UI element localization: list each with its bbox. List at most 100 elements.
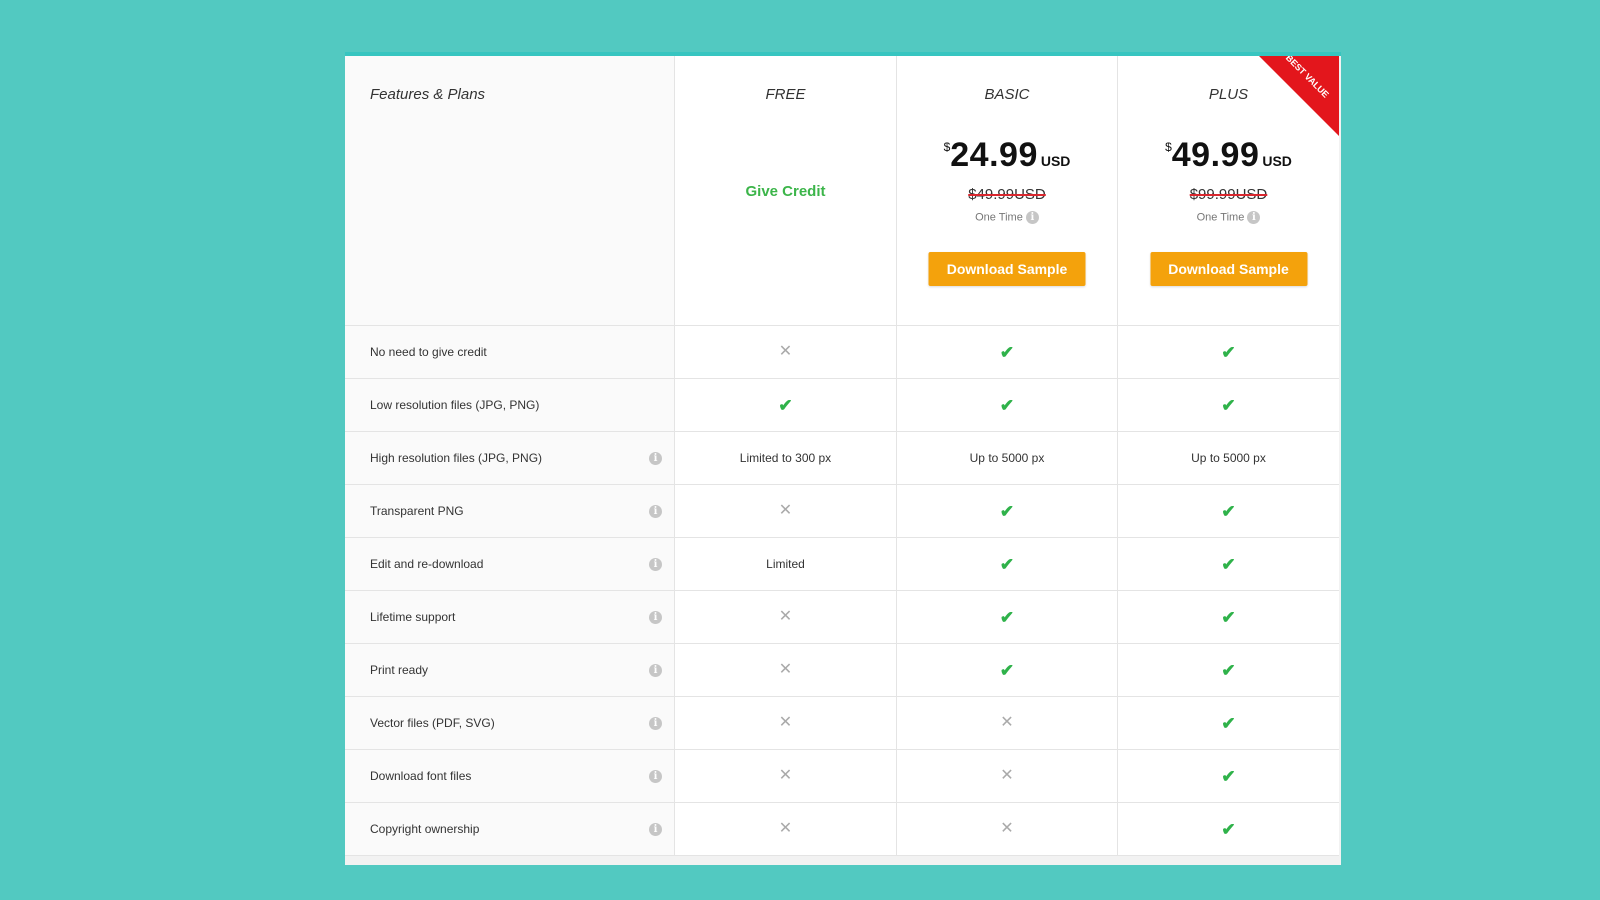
- cross-icon: ✕: [778, 714, 793, 731]
- plan-free-feature-cell: ✕: [675, 591, 897, 644]
- plan-free-name: FREE: [765, 86, 806, 103]
- feature-value-text: Limited: [766, 557, 805, 571]
- feature-label: Lifetime support: [370, 610, 456, 624]
- plan-basic-price: $24.99 USD: [897, 136, 1117, 175]
- plan-free-feature-cell: ✕: [675, 326, 897, 379]
- info-icon[interactable]: i: [649, 505, 662, 518]
- check-icon: ✔: [999, 395, 1015, 415]
- plan-basic-feature-cell: ✔: [897, 485, 1118, 538]
- plan-plus-feature-cell: Up to 5000 px: [1118, 432, 1339, 485]
- info-icon[interactable]: i: [649, 558, 662, 571]
- plan-basic-billing: One Time i: [897, 211, 1117, 224]
- feature-label: High resolution files (JPG, PNG): [370, 451, 543, 465]
- plan-basic-header: BASIC $24.99 USD $49.99USD One Time i Dow…: [897, 56, 1118, 326]
- check-icon: ✔: [1221, 819, 1236, 839]
- plan-plus-old-price: $99.99USD: [1118, 186, 1339, 203]
- plan-basic-feature-cell: ✕: [897, 803, 1118, 856]
- pricing-grid: Features & Plans FREE Give Credit BASIC …: [345, 56, 1339, 856]
- old-price-text: $99.99USD: [1189, 186, 1268, 203]
- check-icon: ✔: [1221, 713, 1236, 733]
- plan-free-feature-cell: ✕: [675, 644, 897, 697]
- cross-icon: ✕: [778, 608, 793, 625]
- info-icon[interactable]: i: [649, 770, 662, 783]
- plan-basic-feature-cell: ✔: [897, 326, 1118, 379]
- plan-basic-feature-cell: ✔: [897, 644, 1118, 697]
- check-icon: ✔: [1221, 342, 1236, 362]
- plan-free-feature-cell: ✕: [675, 803, 897, 856]
- info-icon[interactable]: i: [649, 664, 662, 677]
- plan-plus-feature-cell: ✔: [1118, 644, 1339, 697]
- table-bottom-edge: [345, 856, 1341, 865]
- best-value-ribbon: BEST VALUE: [1259, 56, 1339, 136]
- feature-label: Copyright ownership: [370, 822, 480, 836]
- feature-row-label-cell: Lifetime support i: [345, 591, 675, 644]
- give-credit-label: Give Credit: [745, 183, 826, 200]
- plan-free-feature-cell: ✕: [675, 485, 897, 538]
- feature-row-label-cell: Download font files i: [345, 750, 675, 803]
- feature-value-text: Up to 5000 px: [969, 451, 1045, 465]
- plan-basic-feature-cell: ✔: [897, 538, 1118, 591]
- plan-basic-feature-cell: ✔: [897, 379, 1118, 432]
- cross-icon: ✕: [778, 767, 793, 784]
- plan-basic-name: BASIC: [984, 86, 1030, 103]
- feature-label: Print ready: [370, 663, 429, 677]
- plan-plus-feature-cell: ✔: [1118, 379, 1339, 432]
- plan-plus-billing: One Time i: [1118, 211, 1339, 224]
- check-icon: ✔: [1221, 607, 1236, 627]
- info-icon[interactable]: i: [649, 823, 662, 836]
- feature-row-label-cell: No need to give credit: [345, 326, 675, 379]
- feature-row-label-cell: High resolution files (JPG, PNG) i: [345, 432, 675, 485]
- feature-row-label-cell: Print ready i: [345, 644, 675, 697]
- feature-label: Download font files: [370, 769, 472, 783]
- info-icon[interactable]: i: [649, 717, 662, 730]
- pricing-table-panel: Features & Plans FREE Give Credit BASIC …: [345, 52, 1341, 865]
- check-icon: ✔: [999, 660, 1015, 680]
- plan-plus-feature-cell: ✔: [1118, 591, 1339, 644]
- plan-basic-old-price: $49.99USD: [897, 186, 1117, 203]
- check-icon: ✔: [1221, 554, 1236, 574]
- feature-row-label-cell: Copyright ownership i: [345, 803, 675, 856]
- plan-plus-feature-cell: ✔: [1118, 803, 1339, 856]
- plan-plus-price: $49.99 USD: [1118, 136, 1339, 175]
- feature-row-label-cell: Vector files (PDF, SVG) i: [345, 697, 675, 750]
- info-icon[interactable]: i: [649, 452, 662, 465]
- check-icon: ✔: [999, 607, 1015, 627]
- check-icon: ✔: [999, 342, 1015, 362]
- plan-basic-feature-cell: ✕: [897, 750, 1118, 803]
- plan-basic-feature-cell: ✕: [897, 697, 1118, 750]
- plan-plus-feature-cell: ✔: [1118, 326, 1339, 379]
- check-icon: ✔: [778, 395, 793, 415]
- plan-free-header: FREE Give Credit: [675, 56, 897, 326]
- check-icon: ✔: [999, 501, 1015, 521]
- currency-symbol: $: [1165, 140, 1172, 154]
- check-icon: ✔: [999, 554, 1015, 574]
- feature-label: Edit and re-download: [370, 557, 484, 571]
- billing-label: One Time: [1196, 211, 1245, 224]
- plan-free-feature-cell: ✕: [675, 697, 897, 750]
- info-icon[interactable]: i: [1025, 211, 1039, 224]
- plan-plus-feature-cell: ✔: [1118, 750, 1339, 803]
- feature-label: No need to give credit: [370, 345, 487, 359]
- cross-icon: ✕: [1000, 714, 1014, 731]
- plan-free-feature-cell: ✕: [675, 750, 897, 803]
- info-icon[interactable]: i: [649, 611, 662, 624]
- feature-row-label-cell: Edit and re-download i: [345, 538, 675, 591]
- cross-icon: ✕: [778, 343, 793, 360]
- download-sample-button-basic[interactable]: Download Sample: [928, 252, 1086, 286]
- price-amount: 24.99: [950, 136, 1038, 174]
- download-sample-button-plus[interactable]: Download Sample: [1150, 252, 1307, 286]
- feature-label: Vector files (PDF, SVG): [370, 716, 495, 730]
- plan-free-feature-cell: Limited: [675, 538, 897, 591]
- currency-symbol: $: [943, 140, 951, 154]
- feature-row-label-cell: Transparent PNG i: [345, 485, 675, 538]
- price-unit: USD: [1040, 153, 1071, 169]
- feature-row-label-cell: Low resolution files (JPG, PNG): [345, 379, 675, 432]
- feature-label: Transparent PNG: [370, 504, 464, 518]
- price-amount: 49.99: [1171, 136, 1260, 174]
- check-icon: ✔: [1221, 766, 1236, 786]
- plan-basic-feature-cell: ✔: [897, 591, 1118, 644]
- plan-basic-feature-cell: Up to 5000 px: [897, 432, 1118, 485]
- plan-plus-feature-cell: ✔: [1118, 697, 1339, 750]
- info-icon[interactable]: i: [1247, 211, 1261, 224]
- check-icon: ✔: [1221, 395, 1236, 415]
